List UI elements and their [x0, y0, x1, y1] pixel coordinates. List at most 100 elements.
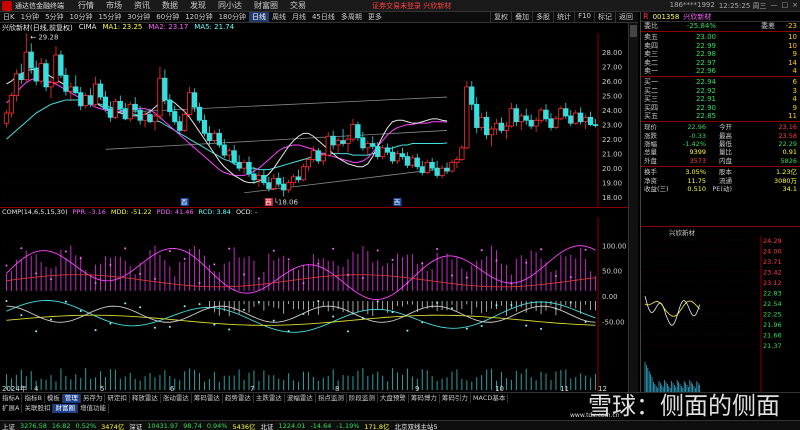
osc-dot — [257, 277, 260, 280]
osc-line-cyan — [6, 299, 596, 333]
menu-item-1[interactable]: 市场 — [106, 0, 122, 11]
toolbar-btn-0[interactable]: 复权 — [490, 12, 511, 22]
bottom_row1-tab-10[interactable]: 主跌雷达 — [254, 394, 285, 403]
period-tab-13[interactable]: 多周期 — [338, 12, 365, 22]
bottom_row1-tab-2[interactable]: 模板 — [45, 394, 63, 403]
menu-item-4[interactable]: 发现 — [190, 0, 206, 11]
bottom_row1-tab-5[interactable]: 研定扣 — [105, 394, 130, 403]
bottom_row1-tab-16[interactable]: 筹码引力 — [440, 394, 471, 403]
bottom_row1-tab-12[interactable]: 拐点监测 — [316, 394, 347, 403]
bottom_row1-tab-0[interactable]: 指标A — [0, 394, 23, 403]
quote-row: 外盘 3573 内盘 5826 — [644, 156, 797, 165]
menu-item-0[interactable]: 行情 — [78, 0, 94, 11]
indicator-title[interactable]: COMP(14,6,5,15,30) — [2, 208, 68, 217]
period-tab-12[interactable]: 45日线 — [309, 12, 338, 22]
chart-title: 兴欣新材(日线,前复权) — [2, 24, 73, 32]
sells-row[interactable]: 卖一 22.96 4 — [641, 67, 800, 75]
osc-dot — [50, 278, 53, 281]
login-notice[interactable]: 证券交易未登录 兴欣新材 — [372, 1, 451, 11]
buys-row[interactable]: 买四 22.90 9 — [641, 104, 800, 112]
period-tab-1[interactable]: 1分钟 — [18, 12, 42, 22]
osc-dot — [540, 248, 543, 251]
title-bar: 通达信金融终端 行情 市场 资讯 数据 发现 同小达 财富圈 交易 证券交易未登录 兴欣新材 … — [0, 0, 800, 12]
candle-down — [221, 144, 227, 156]
candle-up — [241, 161, 247, 169]
candle-up — [8, 95, 15, 114]
sell-book: 卖五 23.00 10 卖四 22.99 10 卖三 22.98 9 卖二 22.97 14 卖一 22.… — [641, 33, 800, 75]
minimize-icon[interactable]: — — [771, 1, 778, 11]
candle-up — [320, 154, 326, 162]
bottom_row2-tab-2[interactable]: 财富圈 — [53, 404, 78, 413]
toolbar-btn-3[interactable]: 统计 — [553, 12, 574, 22]
period-tab-4[interactable]: 15分钟 — [95, 12, 124, 22]
candle-up — [488, 128, 495, 136]
y-tick-label: 100.00 — [602, 242, 627, 250]
y-tick-label: 23.00 — [602, 122, 622, 130]
menu-item-7[interactable]: 交易 — [290, 0, 306, 11]
ind-ppr: PPR: -3.16 — [72, 208, 106, 216]
menu-item-2[interactable]: 资讯 — [134, 0, 150, 11]
bottom_row2-tab-3[interactable]: 增值功能 — [78, 404, 109, 413]
period-tab-10[interactable]: 周线 — [269, 12, 289, 22]
period-tab-2[interactable]: 5分钟 — [42, 12, 66, 22]
menu-item-6[interactable]: 财富圈 — [254, 0, 278, 11]
bottom_row1-tab-13[interactable]: 阶段监测 — [347, 394, 378, 403]
candlestick-chart[interactable]: 18.00 19.00 20.00 21.00 22.00 23.00 24.00 25.00… — [0, 33, 638, 207]
period-tab-5[interactable]: 30分钟 — [124, 12, 153, 22]
buys-row[interactable]: 买二 22.92 3 — [641, 87, 800, 95]
period-tab-8[interactable]: 180分钟 — [216, 12, 249, 22]
bottom_row2-tab-1[interactable]: 关联股扣 — [22, 404, 54, 413]
buys-row[interactable]: 买五 22.85 11 — [641, 112, 800, 120]
bottom_row2-tab-0[interactable]: 扩展A — [0, 404, 23, 413]
toolbar-btn-6[interactable]: 返回 — [615, 12, 636, 22]
indicator-chart[interactable]: 100.0050.000.00-50.002024年 4 5 6 7 8 9 10 11 12 — [0, 217, 638, 392]
sells-row[interactable]: 卖四 22.99 10 — [641, 42, 800, 50]
candle-up — [538, 109, 544, 121]
indicator-name[interactable]: CIMA — [79, 23, 97, 33]
period-tab-9[interactable]: 日线 — [248, 12, 269, 22]
event-marker-label: 西 — [394, 200, 400, 207]
user-phone[interactable]: 186****1992 — [670, 1, 715, 11]
candle-down — [568, 115, 574, 124]
chart-scrollbar[interactable] — [628, 23, 638, 392]
toolbar-btn-1[interactable]: 叠加 — [511, 12, 532, 22]
candle-down — [375, 145, 381, 157]
period-tab-14[interactable]: 更多 — [365, 12, 385, 22]
bottom_row1-tab-1[interactable]: 指标B — [22, 394, 45, 403]
bottom_row1-tab-8[interactable]: 筹码雷达 — [192, 394, 223, 403]
menu-item-5[interactable]: 同小达 — [218, 0, 242, 11]
toolbar-btn-2[interactable]: 多股 — [532, 12, 553, 22]
bottom_row1-tab-6[interactable]: 释放雷达 — [130, 394, 161, 403]
period-tab-3[interactable]: 10分钟 — [67, 12, 96, 22]
bottom_row1-tab-7[interactable]: 涨动雷达 — [161, 394, 192, 403]
toolbar-btn-4[interactable]: F10 — [574, 12, 594, 22]
bottom_row1-tab-9[interactable]: 趋势雷达 — [223, 394, 254, 403]
status-item-9: 5436亿 — [232, 422, 256, 430]
period-tab-11[interactable]: 月线 — [289, 12, 309, 22]
candle-down — [43, 63, 49, 88]
bottom_row1-tab-15[interactable]: 筹码博力 — [409, 394, 440, 403]
intraday-minichart[interactable]: 兴欣新材 24.29 24.00 23.71 23.42 23.12 22.83 22.54… — [641, 226, 800, 392]
sells-row[interactable]: 卖三 22.98 9 — [641, 50, 800, 58]
period-tab-6[interactable]: 60分钟 — [153, 12, 182, 22]
sells-row[interactable]: 卖五 23.00 10 — [641, 33, 800, 41]
bottom_row1-tab-4[interactable]: 另存为 — [81, 394, 106, 403]
osc-dot — [332, 315, 335, 318]
period-tab-0[interactable]: 日K — [0, 12, 18, 22]
buys-row[interactable]: 买一 22.94 6 — [641, 78, 800, 86]
maximize-icon[interactable]: □ — [782, 1, 789, 11]
close-icon[interactable]: × — [792, 1, 798, 11]
buys-row[interactable]: 买三 22.91 4 — [641, 95, 800, 103]
buys-price: 22.85 — [695, 111, 716, 120]
bottom_row1-tab-17[interactable]: MACD基本 — [471, 394, 509, 403]
bottom_row1-tab-14[interactable]: 大盘预警 — [378, 394, 409, 403]
osc-dot — [391, 258, 394, 261]
sells-row[interactable]: 卖二 22.97 14 — [641, 59, 800, 67]
stock-code: 001358 — [652, 12, 680, 21]
bottom_row1-tab-3[interactable]: 管理 — [62, 394, 81, 403]
toolbar-btn-5[interactable]: 标记 — [594, 12, 615, 22]
menu-item-3[interactable]: 数据 — [162, 0, 178, 11]
period-tab-7[interactable]: 120分钟 — [182, 12, 215, 22]
bottom_row1-tab-11[interactable]: 波幅雷达 — [285, 394, 316, 403]
scroll-thumb[interactable] — [630, 25, 637, 37]
